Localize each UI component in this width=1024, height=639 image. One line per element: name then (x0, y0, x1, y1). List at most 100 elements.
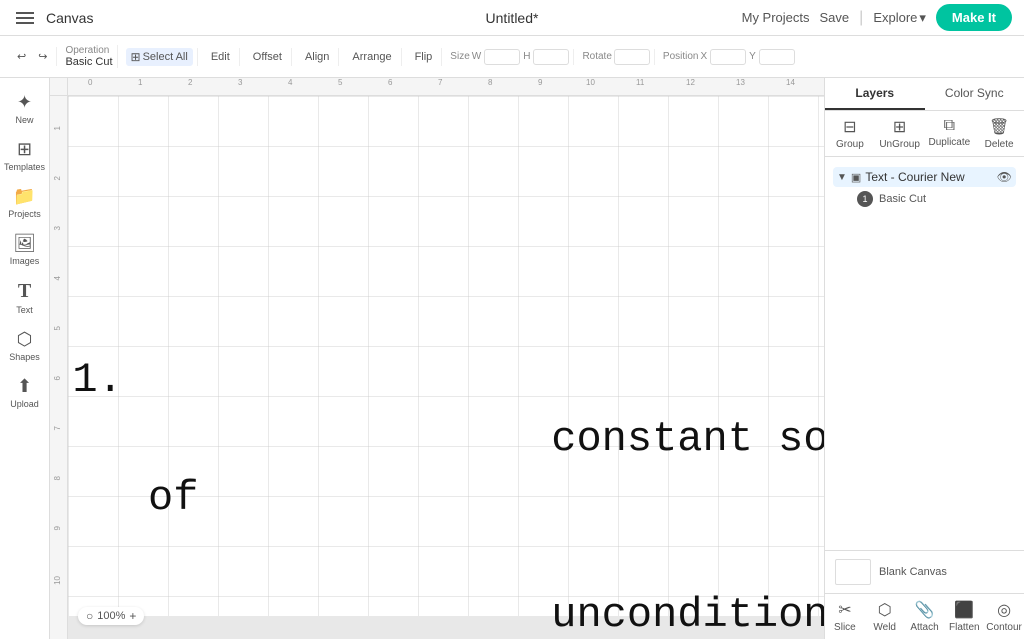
menu-icon[interactable] (12, 8, 38, 28)
sidebar-item-upload[interactable]: ⬆ Upload (3, 370, 47, 415)
offset-group: Offset (244, 48, 292, 66)
undo-button[interactable]: ↩ (12, 47, 31, 66)
group-button[interactable]: ⊟ Group (825, 111, 875, 156)
blank-canvas-row: Blank Canvas (825, 551, 1024, 594)
panel-layers: ▼ ▣ Text - Courier New 👁 1 Basic Cut (825, 157, 1024, 550)
undo-redo-group: ↩ ↪ (8, 47, 57, 66)
edit-group: Edit (202, 48, 240, 66)
canvas-content: constant source of unconditional love ke… (68, 96, 824, 616)
sidebar-item-text[interactable]: T Text (3, 274, 47, 321)
rotate-input[interactable] (614, 49, 650, 65)
sidebar-item-new[interactable]: ✦ New (3, 86, 47, 131)
topbar-right: My Projects Save | Explore ▾ Make It (742, 4, 1012, 31)
my-projects-link[interactable]: My Projects (742, 10, 810, 25)
layer-num: 1 (857, 191, 873, 207)
layer-arrow-icon: ▼ (837, 172, 847, 183)
offset-button[interactable]: Offset (248, 48, 287, 66)
layer-subitem[interactable]: 1 Basic Cut (833, 187, 1016, 211)
select-all-group: ⊞ Select All (122, 48, 198, 66)
flatten-button[interactable]: ⬛ Flatten (944, 594, 984, 639)
align-button[interactable]: Align (300, 48, 334, 66)
flip-group: Flip (406, 48, 443, 66)
size-label: Size (450, 51, 469, 62)
make-it-button[interactable]: Make It (936, 4, 1012, 31)
slice-button[interactable]: ✂ Slice (825, 594, 865, 639)
panel-tabs: Layers Color Sync (825, 78, 1024, 111)
canvas-area: 0 1 2 3 4 5 6 7 8 9 10 11 12 13 14 15 1 (50, 78, 824, 639)
sidebar-item-templates[interactable]: ⊞ Templates (3, 133, 47, 178)
panel-bottom-actions: ✂ Slice ⬡ Weld 📎 Attach ⬛ Flatten ◎ C (825, 594, 1024, 639)
layer-group-header[interactable]: ▼ ▣ Text - Courier New 👁 (833, 167, 1016, 187)
layer-item-label: Basic Cut (879, 193, 926, 205)
canvas-with-ruler: 1 2 3 4 5 6 7 8 9 10 constant so (50, 96, 824, 639)
operation-group: Operation Basic Cut (61, 45, 117, 68)
explore-button[interactable]: Explore ▾ (873, 10, 926, 26)
new-icon: ✦ (17, 92, 32, 113)
zoom-controls: ○ 100% + (78, 607, 144, 625)
templates-icon: ⊞ (17, 139, 32, 160)
size-group: Size W H (446, 49, 574, 65)
sidebar-item-projects[interactable]: 📁 Projects (3, 180, 47, 225)
tab-layers[interactable]: Layers (825, 78, 925, 110)
edit-button[interactable]: Edit (206, 48, 235, 66)
arrange-button[interactable]: Arrange (347, 48, 396, 66)
ruler-corner (50, 78, 68, 96)
upload-icon: ⬆ (17, 376, 32, 397)
left-sidebar: ✦ New ⊞ Templates 📁 Projects 🖼 Images T … (0, 78, 50, 639)
text-layer-icon: ▣ (851, 171, 861, 184)
blank-canvas-thumbnail (835, 559, 871, 585)
save-button[interactable]: Save (820, 10, 850, 25)
zoom-in-button[interactable]: + (129, 609, 136, 623)
panel-actions: ⊟ Group ⊞ UnGroup ⧉ Duplicate 🗑 Delete (825, 111, 1024, 157)
flip-button[interactable]: Flip (410, 48, 438, 66)
chevron-down-icon: ▾ (919, 10, 926, 26)
w-label: W (472, 51, 481, 62)
canvas-scroll[interactable]: constant source of unconditional love ke… (68, 96, 824, 639)
list-item-1: constant source of unconditional love (148, 351, 824, 639)
zoom-out-button[interactable]: ○ (86, 609, 93, 623)
group-icon: ⊟ (843, 117, 856, 137)
weld-icon: ⬡ (878, 600, 892, 620)
x-label: X (700, 51, 707, 62)
sidebar-item-shapes[interactable]: ⬡ Shapes (3, 323, 47, 368)
flatten-icon: ⬛ (954, 600, 974, 620)
topbar: Canvas Untitled* My Projects Save | Expl… (0, 0, 1024, 36)
width-input[interactable] (484, 49, 520, 65)
y-label: Y (749, 51, 756, 62)
layer-group-name: Text - Courier New (865, 170, 992, 184)
panel-bottom: Blank Canvas ✂ Slice ⬡ Weld 📎 Attach ⬛ F… (825, 550, 1024, 639)
delete-button[interactable]: 🗑 Delete (974, 111, 1024, 156)
sidebar-item-images[interactable]: 🖼 Images (3, 227, 47, 272)
toolbar: ↩ ↪ Operation Basic Cut ⊞ Select All Edi… (0, 36, 1024, 78)
arrange-group: Arrange (343, 48, 401, 66)
ungroup-icon: ⊞ (893, 117, 906, 137)
weld-button[interactable]: ⬡ Weld (865, 594, 905, 639)
document-title: Untitled* (486, 10, 539, 26)
contour-icon: ◎ (997, 600, 1011, 620)
ruler-left: 1 2 3 4 5 6 7 8 9 10 (50, 96, 68, 639)
redo-button[interactable]: ↪ (33, 47, 52, 66)
canvas-label: Canvas (46, 10, 93, 26)
rotate-group: Rotate (578, 49, 654, 65)
eye-icon[interactable]: 👁 (997, 170, 1012, 184)
duplicate-button[interactable]: ⧉ Duplicate (925, 111, 975, 156)
images-icon: 🖼 (13, 233, 36, 254)
attach-button[interactable]: 📎 Attach (905, 594, 945, 639)
attach-icon: 📎 (915, 600, 935, 620)
tab-color-sync[interactable]: Color Sync (925, 78, 1024, 110)
position-label: Position (663, 51, 699, 62)
contour-button[interactable]: ◎ Contour (984, 594, 1024, 639)
height-input[interactable] (533, 49, 569, 65)
right-panel: Layers Color Sync ⊟ Group ⊞ UnGroup ⧉ Du… (824, 78, 1024, 639)
x-input[interactable] (710, 49, 746, 65)
canvas-text[interactable]: constant source of unconditional love ke… (108, 116, 824, 639)
ruler-top: 0 1 2 3 4 5 6 7 8 9 10 11 12 13 14 15 (50, 78, 824, 96)
h-label: H (523, 51, 530, 62)
select-all-button[interactable]: ⊞ Select All (126, 48, 193, 66)
main-area: ✦ New ⊞ Templates 📁 Projects 🖼 Images T … (0, 78, 1024, 639)
position-group: Position X Y (659, 49, 799, 65)
shapes-icon: ⬡ (17, 329, 33, 350)
ungroup-button[interactable]: ⊞ UnGroup (875, 111, 925, 156)
blank-canvas-label: Blank Canvas (879, 566, 947, 578)
y-input[interactable] (759, 49, 795, 65)
